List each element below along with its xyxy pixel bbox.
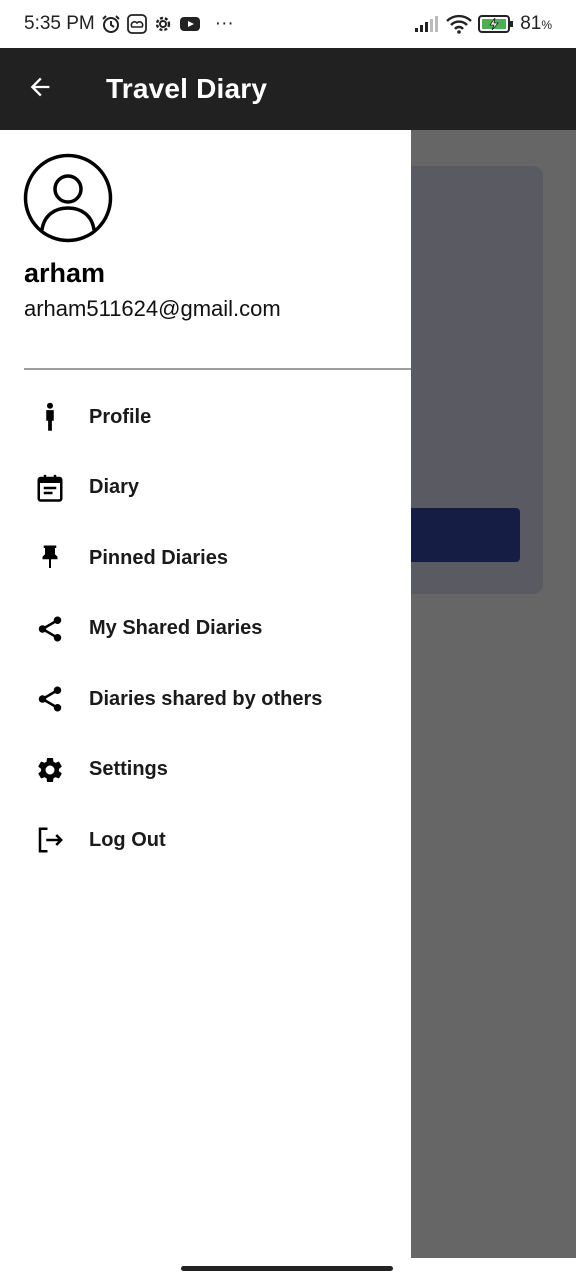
menu-item-label: Log Out [89, 828, 166, 851]
back-button[interactable] [0, 48, 80, 130]
signal-icon [414, 15, 440, 33]
app-bar: Travel Diary [0, 48, 576, 130]
menu-item-label: Settings [89, 758, 168, 781]
logout-icon [35, 825, 65, 855]
drawer-menu: Profile Diary Pinned Diaries My Shared D… [0, 382, 411, 876]
arrow-back-icon [26, 73, 54, 106]
status-time: 5:35 PM [24, 13, 95, 34]
status-more: ··· [214, 13, 234, 34]
user-email: arham511624@gmail.com [24, 296, 281, 321]
status-left: 5:35 PM ··· [24, 13, 234, 35]
settings-gear-icon [153, 14, 173, 34]
menu-item-label: Diaries shared by others [89, 687, 323, 710]
battery-percent: 81 [520, 13, 542, 34]
youtube-icon [179, 15, 201, 33]
navigation-drawer: arham arham511624@gmail.com Profile Diar… [0, 130, 411, 1258]
wifi-icon [446, 14, 473, 34]
user-name: arham [24, 258, 106, 288]
alarm-icon [101, 14, 121, 34]
menu-item-pinned-diaries[interactable]: Pinned Diaries [0, 523, 411, 594]
person-icon [35, 402, 65, 432]
calendar-icon [35, 473, 65, 503]
menu-item-label: Pinned Diaries [89, 546, 228, 569]
share-icon [35, 684, 65, 714]
menu-item-label: My Shared Diaries [89, 617, 263, 640]
menu-item-label: Profile [89, 405, 152, 428]
home-indicator[interactable] [181, 1266, 393, 1271]
menu-item-diary[interactable]: Diary [0, 453, 411, 524]
menu-item-my-shared-diaries[interactable]: My Shared Diaries [0, 594, 411, 665]
menu-item-log-out[interactable]: Log Out [0, 805, 411, 876]
app-title: Travel Diary [106, 73, 268, 104]
status-right: 81% [414, 13, 552, 35]
cloud-icon [126, 14, 147, 34]
gear-icon [35, 755, 65, 785]
menu-item-settings[interactable]: Settings [0, 735, 411, 806]
pin-icon [35, 543, 65, 573]
share-icon [35, 614, 65, 644]
menu-item-profile[interactable]: Profile [0, 382, 411, 453]
battery-charging-icon [478, 14, 514, 34]
divider [24, 368, 411, 370]
account-circle-icon [23, 153, 113, 243]
menu-item-label: Diary [89, 476, 140, 499]
system-nav-bar [0, 1258, 576, 1280]
battery-unit: % [541, 18, 552, 32]
battery-level: 81% [520, 13, 552, 35]
menu-item-diaries-shared-by-others[interactable]: Diaries shared by others [0, 664, 411, 735]
status-bar: 5:35 PM ··· 81% [0, 0, 576, 48]
